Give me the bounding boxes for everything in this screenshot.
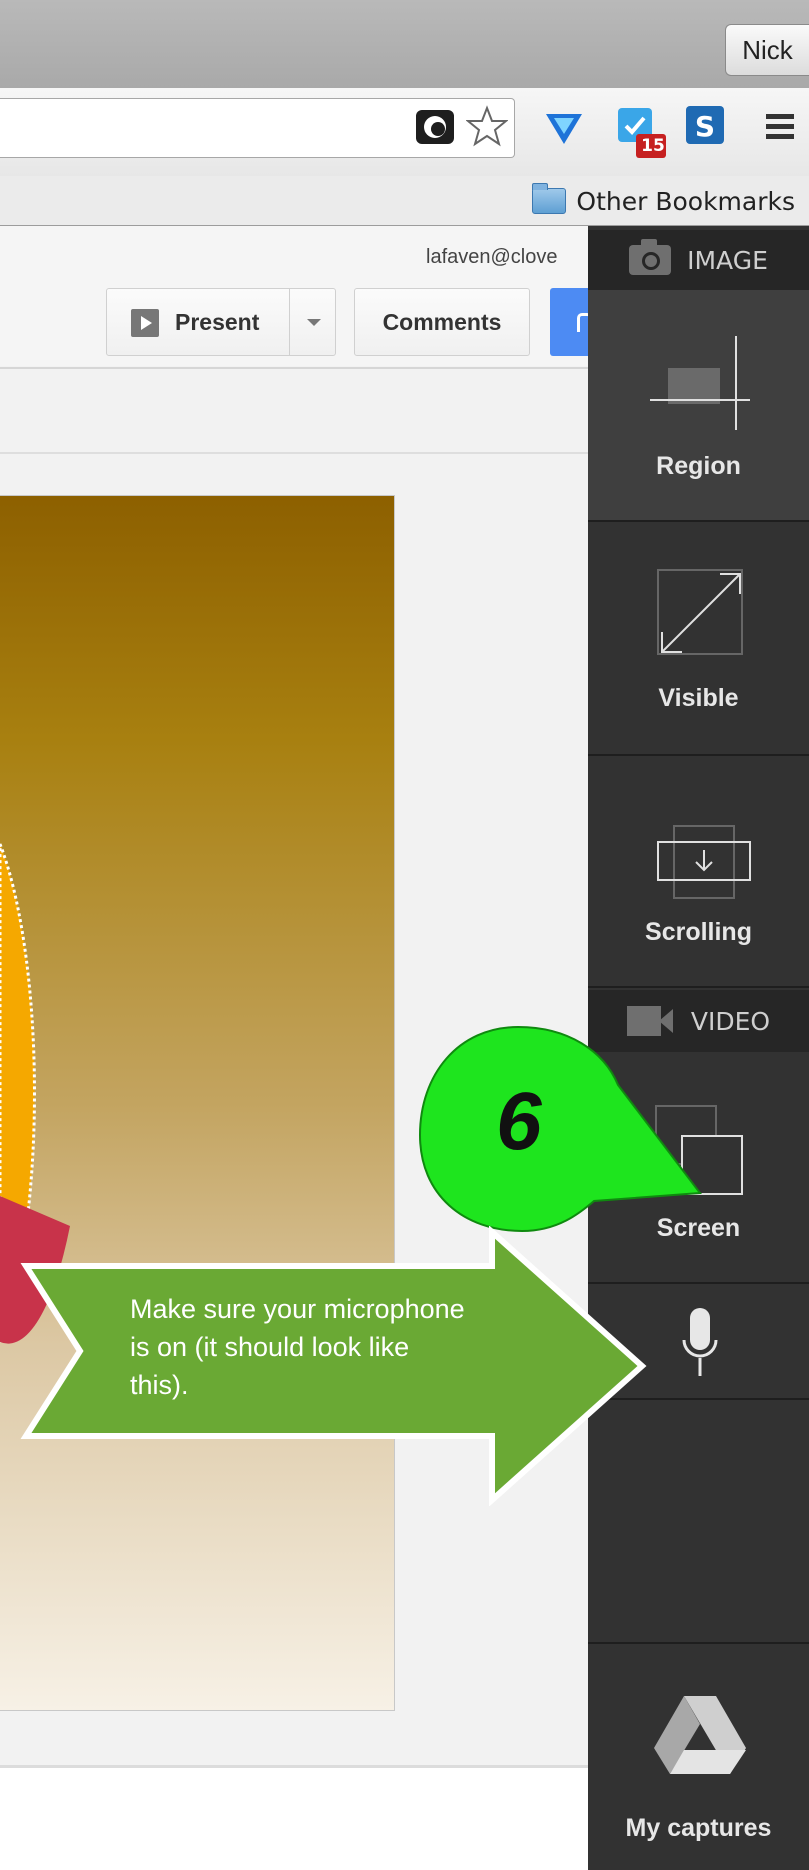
screencast-extension-icon[interactable]	[414, 106, 458, 148]
region-label: Region	[656, 452, 741, 480]
region-icon	[650, 336, 750, 430]
slide-canvas[interactable]	[0, 495, 395, 1711]
chevron-down-icon[interactable]	[307, 319, 321, 326]
calendar-badge-count: 15	[641, 136, 665, 156]
slide-graphic	[0, 843, 70, 1344]
other-bookmarks-label: Other Bookmarks	[576, 186, 795, 216]
page-footer	[0, 1768, 588, 1870]
other-bookmarks[interactable]: Other Bookmarks	[532, 176, 795, 226]
ruler-divider	[0, 452, 588, 454]
comments-button[interactable]: Comments	[354, 288, 530, 356]
svg-text:S: S	[695, 110, 715, 143]
scrolling-icon	[657, 825, 751, 899]
user-email: lafaven@clove	[426, 246, 558, 268]
capture-region-button[interactable]: Region	[588, 290, 809, 522]
capture-scrolling-button[interactable]: Scrolling	[588, 756, 809, 988]
share-button[interactable]	[550, 288, 592, 356]
shield-extension-icon[interactable]	[542, 106, 586, 148]
image-section-header: IMAGE	[588, 230, 809, 290]
present-label: Present	[175, 309, 260, 335]
image-section-label: IMAGE	[687, 245, 768, 275]
capture-visible-button[interactable]: Visible	[588, 522, 809, 756]
menu-icon[interactable]	[764, 112, 796, 142]
my-captures-button[interactable]: My captures	[588, 1644, 809, 1870]
s-extension-icon[interactable]: S	[684, 104, 728, 148]
visible-label: Visible	[658, 684, 739, 712]
google-drive-icon	[654, 1696, 746, 1774]
toolbar-divider	[0, 367, 588, 369]
window-titlebar	[0, 0, 809, 88]
bookmark-star-icon[interactable]	[466, 104, 508, 148]
present-divider	[289, 289, 290, 355]
step-callout	[418, 1025, 702, 1233]
visible-icon	[657, 569, 743, 655]
camera-icon	[629, 239, 672, 275]
microphone-icon	[682, 1308, 718, 1376]
my-captures-label: My captures	[625, 1814, 772, 1842]
profile-button[interactable]: Nick	[725, 24, 809, 76]
scrolling-label: Scrolling	[645, 918, 752, 946]
step-number: 6	[496, 1076, 542, 1167]
folder-icon	[532, 183, 567, 214]
present-button[interactable]: Present	[106, 288, 336, 356]
play-icon	[131, 309, 159, 337]
instruction-text: Make sure your microphone is on (it shou…	[130, 1294, 465, 1400]
